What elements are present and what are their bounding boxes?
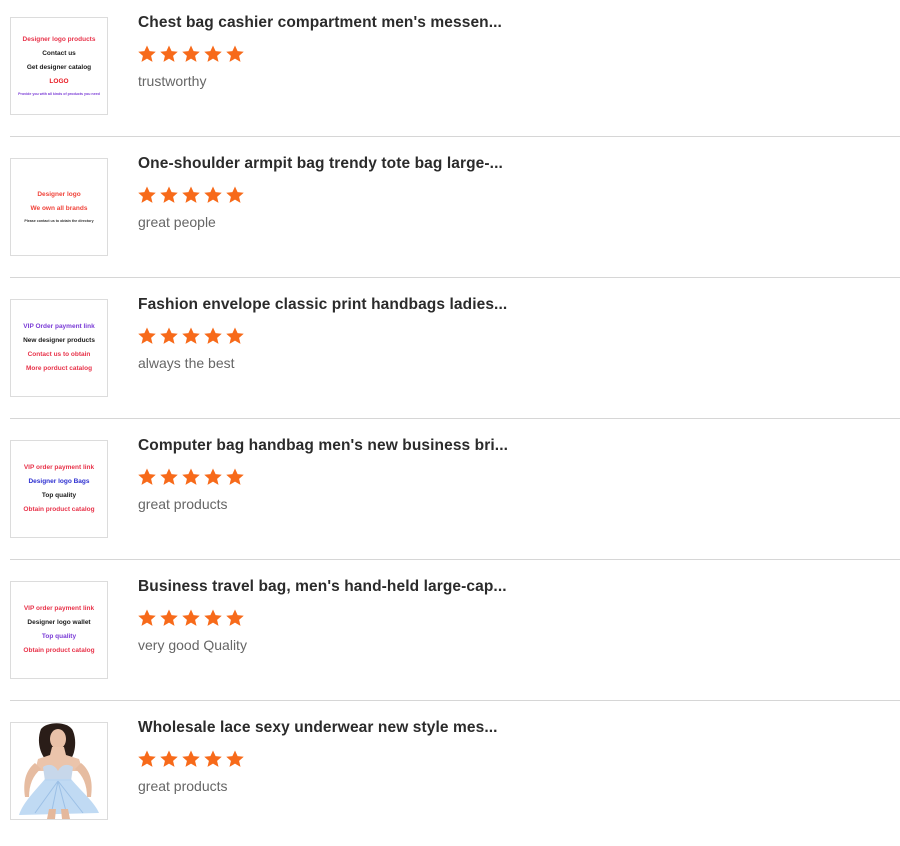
divider (10, 700, 900, 701)
thumbnail-text-line: Designer logo (37, 190, 81, 198)
star-icon (226, 327, 244, 344)
product-title[interactable]: One-shoulder armpit bag trendy tote bag … (138, 155, 503, 173)
review-comment: great products (138, 496, 228, 512)
review-comment: great people (138, 214, 216, 230)
product-thumbnail[interactable]: VIP Order payment link New designer produ… (10, 299, 108, 397)
thumbnail-text-line: Obtain product catalog (23, 647, 95, 654)
thumbnail-text: VIP order payment link Designer logo wall… (11, 582, 107, 678)
product-thumbnail[interactable]: VIP order payment link Designer logo Bags… (10, 440, 108, 538)
star-icon (204, 45, 222, 62)
review-comment: trustworthy (138, 73, 207, 89)
star-icon (160, 327, 178, 344)
star-icon (160, 186, 178, 203)
star-rating (137, 608, 245, 628)
thumbnail-text-line: New designer products (23, 337, 95, 344)
star-icon (182, 750, 200, 767)
star-icon (182, 468, 200, 485)
star-rating (137, 185, 245, 205)
product-title[interactable]: Computer bag handbag men's new business … (138, 437, 508, 455)
thumbnail-text-line: LOGO (49, 77, 69, 85)
product-title[interactable]: Business travel bag, men's hand-held lar… (138, 578, 507, 596)
thumbnail-text-line: VIP order payment link (23, 605, 95, 612)
thumbnail-text-line: Contact us to obtain (27, 351, 91, 358)
star-icon (204, 327, 222, 344)
review-item: VIP Order payment link New designer produ… (0, 282, 900, 423)
thumbnail-text-line: Designer logo wallet (27, 619, 91, 626)
star-icon (204, 186, 222, 203)
thumbnail-text-line: Top quality (41, 633, 77, 640)
thumbnail-text-line: Get designer catalog (26, 63, 92, 71)
star-icon (138, 45, 156, 62)
star-icon (160, 609, 178, 626)
product-thumbnail[interactable]: VIP order payment link Designer logo wall… (10, 581, 108, 679)
star-icon (160, 750, 178, 767)
star-icon (226, 750, 244, 767)
star-icon (138, 327, 156, 344)
review-item: Designer logo products Contact us Get desi… (0, 0, 900, 141)
thumbnail-text: VIP order payment link Designer logo Bags… (11, 441, 107, 537)
thumbnail-text-line: We own all brands (30, 204, 88, 212)
star-icon (226, 45, 244, 62)
thumbnail-text-line: Please contact us to obtain the director… (24, 218, 94, 223)
product-title[interactable]: Chest bag cashier compartment men's mess… (138, 14, 502, 32)
star-rating (137, 749, 245, 769)
review-comment: great products (138, 778, 228, 794)
star-icon (138, 609, 156, 626)
star-icon (182, 609, 200, 626)
divider (10, 277, 900, 278)
thumbnail-text-line: Obtain product catalog (23, 506, 95, 513)
star-icon (182, 45, 200, 62)
thumbnail-text-line: More porduct catalog (25, 365, 93, 372)
star-icon (226, 468, 244, 485)
review-item: VIP order payment link Designer logo wall… (0, 564, 900, 705)
star-icon (204, 609, 222, 626)
product-thumbnail[interactable]: Designer logo We own all brands Please con… (10, 158, 108, 256)
star-icon (138, 186, 156, 203)
star-icon (160, 45, 178, 62)
thumbnail-text-line: VIP order payment link (23, 464, 95, 471)
thumbnail-text-line: Provide you with all kinds of products y… (18, 91, 100, 96)
product-thumbnail[interactable] (10, 722, 108, 820)
star-icon (182, 327, 200, 344)
star-icon (160, 468, 178, 485)
thumbnail-text-line: Top quality (41, 492, 77, 499)
review-comment: very good Quality (138, 637, 247, 653)
product-thumbnail[interactable]: Designer logo products Contact us Get desi… (10, 17, 108, 115)
thumbnail-text-line: Designer logo Bags (28, 478, 90, 485)
lingerie-photo (11, 723, 107, 819)
star-icon (138, 750, 156, 767)
product-title[interactable]: Fashion envelope classic print handbags … (138, 296, 507, 314)
star-icon (226, 609, 244, 626)
star-rating (137, 44, 245, 64)
thumbnail-text-line: Designer logo products (22, 35, 96, 43)
review-item: Designer logo We own all brands Please con… (0, 141, 900, 282)
thumbnail-text-line: Contact us (42, 49, 76, 57)
divider (10, 418, 900, 419)
star-rating (137, 326, 245, 346)
divider (10, 559, 900, 560)
star-icon (204, 750, 222, 767)
thumbnail-text: VIP Order payment link New designer produ… (11, 300, 107, 396)
review-comment: always the best (138, 355, 235, 371)
star-icon (204, 468, 222, 485)
star-icon (226, 186, 244, 203)
thumbnail-text: Designer logo We own all brands Please con… (11, 159, 107, 255)
review-item: VIP order payment link Designer logo Bags… (0, 423, 900, 564)
divider (10, 136, 900, 137)
star-icon (182, 186, 200, 203)
thumbnail-text-line: VIP Order payment link (23, 323, 95, 330)
review-list: Designer logo products Contact us Get desi… (0, 0, 900, 846)
product-title[interactable]: Wholesale lace sexy underwear new style … (138, 719, 498, 737)
star-rating (137, 467, 245, 487)
star-icon (138, 468, 156, 485)
review-item: Wholesale lace sexy underwear new style … (0, 705, 900, 846)
thumbnail-text: Designer logo products Contact us Get desi… (11, 18, 107, 114)
